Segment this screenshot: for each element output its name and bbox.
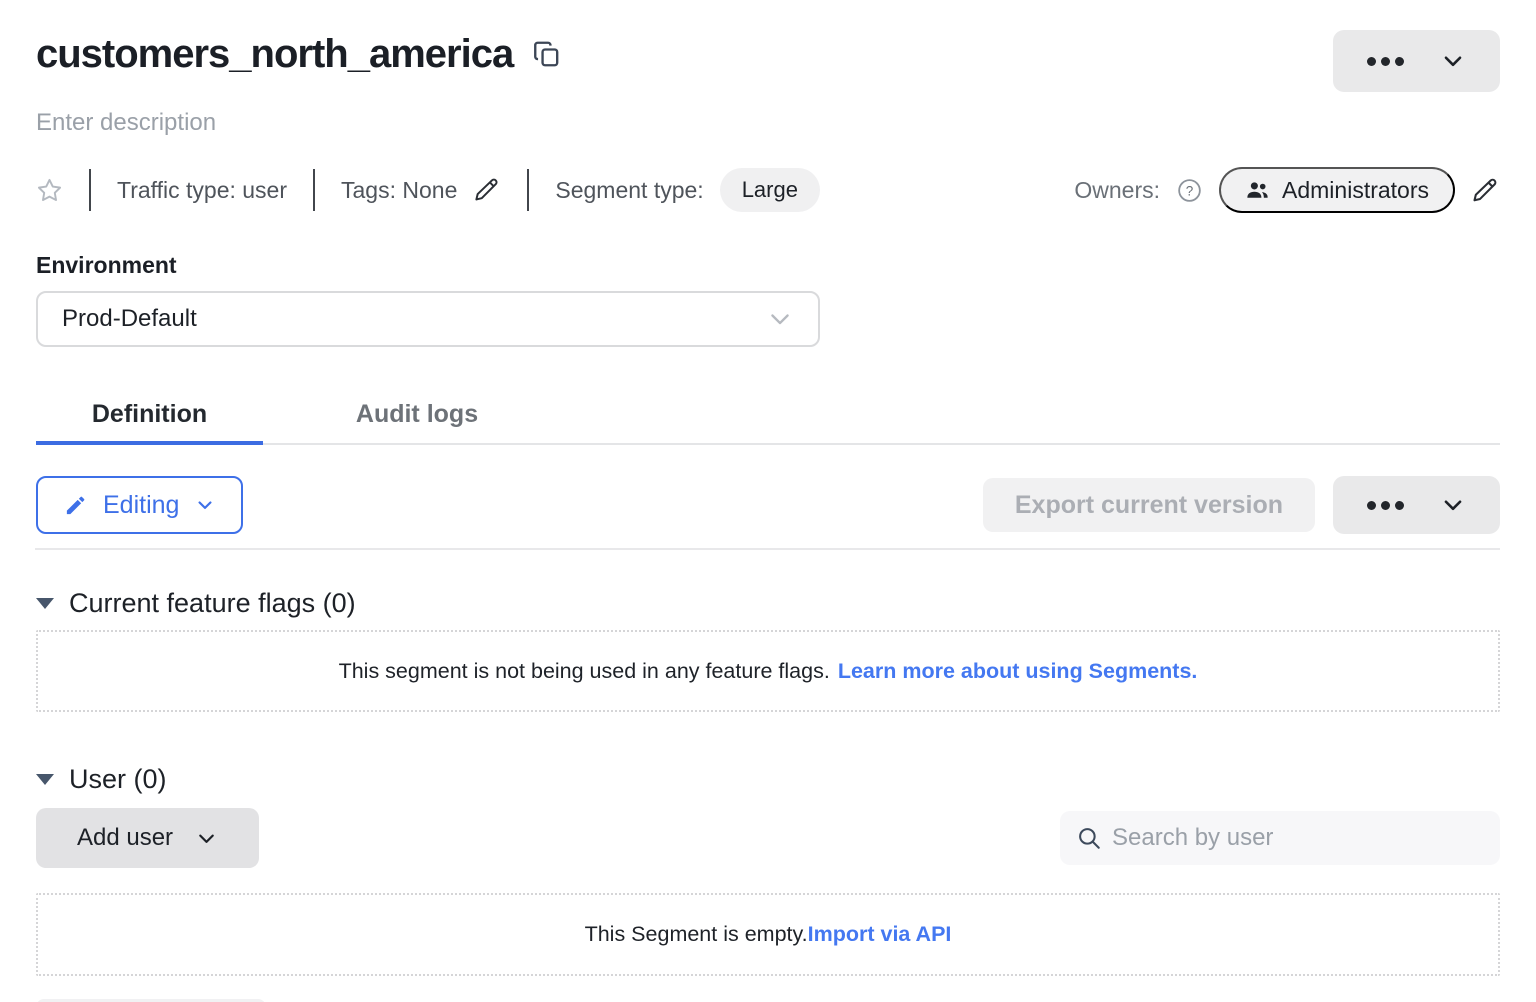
- chevron-down-icon: [195, 827, 218, 850]
- search-by-user-input[interactable]: [1112, 824, 1484, 852]
- tags-label: Tags: None: [341, 177, 457, 204]
- header-more-menu-button[interactable]: [1333, 30, 1500, 92]
- chevron-down-icon: [195, 495, 215, 515]
- toolbar-right: Export current version: [983, 476, 1500, 534]
- chevron-down-icon: [766, 305, 794, 333]
- description-placeholder[interactable]: Enter description: [36, 109, 1500, 137]
- ellipsis-icon: [1367, 57, 1404, 66]
- copy-icon: [533, 39, 560, 69]
- user-search-box: [1060, 811, 1500, 865]
- feature-flags-empty-state: This segment is not being used in any fe…: [36, 630, 1500, 712]
- owners-badge[interactable]: Administrators: [1219, 167, 1455, 213]
- chevron-down-icon: [1440, 492, 1466, 518]
- feature-flags-heading-text: Current feature flags (0): [69, 588, 356, 619]
- tab-bar: Definition Audit logs: [36, 385, 1500, 445]
- header: customers_north_america: [36, 30, 1500, 94]
- help-circle-icon[interactable]: ?: [1176, 177, 1203, 204]
- user-empty-state: This Segment is empty. Import via API: [36, 893, 1500, 976]
- add-user-button[interactable]: Add user: [36, 808, 259, 868]
- segment-detail-page: customers_north_america Enter descriptio…: [0, 0, 1536, 1002]
- export-current-version-button[interactable]: Export current version: [983, 478, 1315, 532]
- meta-left: Traffic type: user Tags: None Segment ty…: [36, 168, 820, 212]
- segment-type-group: Segment type: Large: [555, 168, 820, 212]
- pencil-icon: [1471, 176, 1500, 205]
- ellipsis-icon: [1367, 501, 1404, 510]
- feature-flags-section-heading: Current feature flags (0): [36, 588, 1500, 619]
- tab-definition[interactable]: Definition: [36, 385, 263, 443]
- title-wrap: customers_north_america: [36, 30, 560, 78]
- tags-group: Tags: None: [341, 176, 501, 204]
- collapse-triangle-icon[interactable]: [36, 774, 54, 785]
- segment-type-label: Segment type:: [555, 177, 703, 204]
- divider: [35, 548, 1500, 550]
- edit-tags-button[interactable]: [473, 176, 501, 204]
- traffic-type-label: Traffic type: user: [117, 177, 287, 204]
- search-icon: [1076, 825, 1102, 851]
- definition-toolbar: Editing Export current version: [36, 476, 1500, 534]
- owners-label: Owners:: [1074, 177, 1160, 204]
- svg-text:?: ?: [1186, 183, 1194, 198]
- tab-audit-logs[interactable]: Audit logs: [320, 385, 514, 443]
- owners-group: Owners: ? Administrators: [1074, 167, 1500, 213]
- meta-row: Traffic type: user Tags: None Segment ty…: [36, 167, 1500, 213]
- environment-select[interactable]: Prod-Default: [36, 291, 820, 347]
- environment-label: Environment: [36, 252, 1500, 279]
- collapse-triangle-icon[interactable]: [36, 598, 54, 609]
- people-icon: [1245, 178, 1270, 203]
- edit-owners-button[interactable]: [1471, 176, 1500, 205]
- editing-mode-button[interactable]: Editing: [36, 476, 243, 534]
- star-icon: [36, 177, 63, 204]
- divider: [313, 169, 315, 211]
- copy-name-button[interactable]: [533, 39, 560, 69]
- divider: [89, 169, 91, 211]
- editing-label: Editing: [103, 491, 179, 520]
- favorite-star-button[interactable]: [36, 177, 63, 204]
- segment-empty-text: This Segment is empty.: [585, 922, 808, 947]
- user-heading-text: User (0): [69, 764, 167, 795]
- import-via-api-link[interactable]: Import via API: [808, 922, 952, 947]
- segment-type-badge: Large: [720, 168, 820, 212]
- learn-more-link[interactable]: Learn more about using Segments.: [838, 659, 1198, 684]
- owners-value: Administrators: [1282, 177, 1429, 204]
- pencil-icon: [473, 176, 501, 204]
- user-section-heading: User (0): [36, 764, 1500, 795]
- toolbar-more-menu-button[interactable]: [1333, 476, 1500, 534]
- feature-flags-empty-text: This segment is not being used in any fe…: [339, 659, 830, 684]
- user-controls-row: Add user: [36, 808, 1500, 868]
- page-title: customers_north_america: [36, 30, 513, 78]
- pencil-icon: [64, 494, 87, 517]
- chevron-down-icon: [1440, 48, 1466, 74]
- add-user-label: Add user: [77, 824, 173, 852]
- divider: [527, 169, 529, 211]
- environment-selected-value: Prod-Default: [62, 305, 197, 333]
